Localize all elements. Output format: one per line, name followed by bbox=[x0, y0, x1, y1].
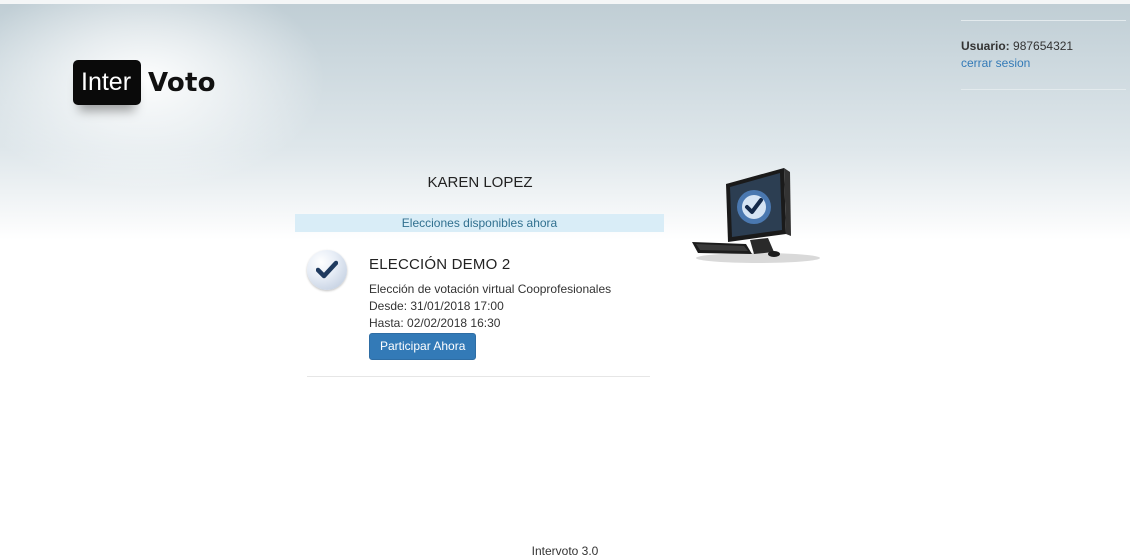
election-title: ELECCIÓN DEMO 2 bbox=[369, 256, 511, 273]
user-info: Usuario: 987654321 bbox=[961, 39, 1126, 54]
logout-link[interactable]: cerrar sesion bbox=[961, 56, 1030, 71]
election-start: Desde: 31/01/2018 17:00 bbox=[369, 299, 504, 313]
footer-version: Intervoto 3.0 bbox=[531, 544, 599, 558]
user-panel: Usuario: 987654321 cerrar sesion bbox=[961, 20, 1126, 72]
user-panel-divider bbox=[961, 89, 1126, 90]
election-description: Elección de votación virtual Cooprofesio… bbox=[369, 282, 612, 296]
logo-inter: Inter bbox=[73, 60, 142, 105]
participate-button[interactable]: Participar Ahora bbox=[369, 333, 477, 360]
voter-name: KAREN LOPEZ bbox=[427, 174, 533, 191]
election-card: ELECCIÓN DEMO 2 Elección de votación vir… bbox=[307, 240, 650, 377]
top-divider bbox=[0, 0, 1130, 4]
checkmark-icon bbox=[307, 250, 347, 290]
user-label: Usuario: bbox=[961, 39, 1010, 53]
voting-computer-icon bbox=[688, 162, 823, 269]
logo-voto: Voto bbox=[148, 67, 216, 98]
available-elections-banner: Elecciones disponibles ahora bbox=[295, 214, 664, 232]
user-id: 987654321 bbox=[1013, 39, 1074, 53]
election-end: Hasta: 02/02/2018 16:30 bbox=[369, 316, 501, 330]
page: Inter Voto Usuario: 987654321 cerrar ses… bbox=[0, 0, 1130, 560]
logo: Inter Voto bbox=[73, 60, 216, 105]
